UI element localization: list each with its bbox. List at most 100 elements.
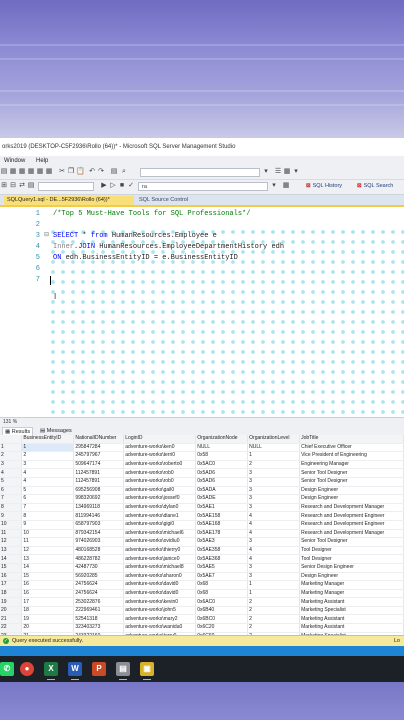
row-number[interactable]: 2: [0, 451, 23, 461]
dropdown-icon[interactable]: ▾: [270, 182, 278, 190]
grid-cell[interactable]: 0x5AE358: [195, 546, 249, 556]
grid-cell[interactable]: 42487730: [73, 563, 125, 573]
table-row[interactable]: 3 3 509647174 adventure-works\roberto0 0x5AC…: [0, 460, 404, 470]
table-row[interactable]: 9 8 811994146 adventure-works\diane1 0x5AE15…: [0, 511, 404, 521]
grid-cell[interactable]: 3: [21, 460, 75, 470]
table-row[interactable]: 8 7 134969118 adventure-works\dylan0 0x5AE1 3…: [0, 503, 404, 513]
new-query-icon[interactable]: ▤: [0, 168, 8, 176]
grid-cell[interactable]: 11: [21, 537, 75, 547]
grid-cell[interactable]: 0x5AE178: [195, 529, 249, 539]
row-number[interactable]: 14: [0, 554, 23, 564]
grid-cell[interactable]: 0x6AC0: [195, 597, 249, 607]
ssms-icon[interactable]: ▤: [116, 662, 130, 680]
grid-cell[interactable]: 16: [21, 589, 75, 599]
grid-cell[interactable]: Vice President of Engineering: [299, 451, 404, 461]
grid-cell[interactable]: 0x6BC0: [195, 614, 249, 625]
row-number[interactable]: 13: [0, 546, 23, 556]
grid-cell[interactable]: 0x5AC0: [195, 460, 249, 470]
grid-cell[interactable]: adventure-works\rob0: [123, 468, 197, 478]
grid-cell[interactable]: 0x6B40: [195, 606, 249, 616]
powerpoint-icon[interactable]: P: [92, 662, 106, 676]
grid-cell[interactable]: 19: [21, 614, 75, 625]
grid-cell[interactable]: 15: [21, 572, 75, 582]
collapse-icon[interactable]: ⊟: [44, 231, 49, 238]
grid-cell[interactable]: 974026903: [73, 537, 125, 547]
grid-cell[interactable]: 0x68: [195, 589, 249, 599]
grid-cell[interactable]: 2: [247, 460, 301, 470]
grid-cell[interactable]: 4: [247, 529, 301, 539]
grid-cell[interactable]: 295847284: [73, 443, 125, 453]
plan-icon[interactable]: ▦: [282, 182, 290, 190]
grid-cell[interactable]: Design Engineer: [299, 486, 404, 496]
grid-cell[interactable]: 0x5AE1: [195, 503, 249, 513]
column-header[interactable]: JobTitle: [299, 435, 404, 444]
row-number[interactable]: 3: [0, 460, 23, 470]
grid-cell[interactable]: Senior Tool Designer: [299, 477, 404, 487]
grid-cell[interactable]: 4: [247, 554, 301, 564]
grid-cell[interactable]: 486228782: [73, 554, 125, 564]
parse-icon[interactable]: ✓: [127, 182, 135, 190]
table-row[interactable]: 16 15 56920285 adventure-works\sharon0 0x5AE…: [0, 572, 404, 582]
database-icon[interactable]: ▦: [9, 168, 17, 176]
row-number[interactable]: 6: [0, 486, 23, 496]
grid-cell[interactable]: adventure-works\jossef0: [123, 494, 197, 504]
redo-icon[interactable]: ↷: [97, 168, 105, 176]
xmla-icon[interactable]: ▦: [36, 168, 44, 176]
grid-cell[interactable]: 998320692: [73, 494, 125, 504]
row-number[interactable]: 15: [0, 563, 23, 573]
mdx-icon[interactable]: ▦: [18, 168, 26, 176]
column-header[interactable]: [0, 435, 23, 444]
word-icon[interactable]: W: [68, 662, 82, 680]
table-row[interactable]: 12 11 974026903 adventure-works\ovidiu0 0x5A…: [0, 537, 404, 547]
undo-icon[interactable]: ↶: [88, 168, 96, 176]
available-databases-icon[interactable]: ▤: [27, 182, 35, 190]
options-icon[interactable]: ▾: [292, 168, 300, 176]
grid-cell[interactable]: Design Engineer: [299, 494, 404, 504]
row-number[interactable]: 12: [0, 537, 23, 547]
table-row[interactable]: 11 10 879342154 adventure-works\michael6 0x5…: [0, 529, 404, 539]
grid-cell[interactable]: 0x5AE5: [195, 563, 249, 573]
grid-cell[interactable]: 509647174: [73, 460, 125, 470]
grid-cell[interactable]: 10: [21, 529, 75, 539]
grid-cell[interactable]: Tool Designer: [299, 554, 404, 564]
table-row[interactable]: 15 14 42487730 adventure-works\michael8 0x5A…: [0, 563, 404, 573]
row-number[interactable]: 4: [0, 468, 23, 478]
grid-cell[interactable]: 480168528: [73, 546, 125, 556]
grid-cell[interactable]: Marketing Manager: [299, 589, 404, 599]
row-number[interactable]: 19: [0, 597, 23, 607]
grid-cell[interactable]: 0x68: [195, 580, 249, 590]
search-combo[interactable]: ra: [138, 182, 268, 191]
grid-cell[interactable]: Research and Development Engineer: [299, 520, 404, 530]
grid-cell[interactable]: 245797967: [73, 451, 125, 461]
grid-cell[interactable]: adventure-works\michael6: [123, 529, 197, 539]
grid-cell[interactable]: Senior Tool Designer: [299, 537, 404, 547]
grid-cell[interactable]: adventure-works\ovidiu0: [123, 537, 197, 547]
grid-cell[interactable]: adventure-works\ken0: [123, 443, 197, 453]
row-number[interactable]: 16: [0, 572, 23, 582]
grid-cell[interactable]: adventure-works\wanida0: [123, 623, 197, 633]
column-header[interactable]: LoginID: [123, 435, 197, 444]
row-number[interactable]: 5: [0, 477, 23, 487]
grid-cell[interactable]: 0x5AE7: [195, 572, 249, 582]
sql-search-button[interactable]: ⊠ SQL Search: [357, 183, 393, 189]
change-connection-icon[interactable]: ⇄: [18, 182, 26, 190]
grid-cell[interactable]: 56920285: [73, 572, 125, 582]
table-row[interactable]: 6 5 695256908 adventure-works\gail0 0x5ADA 3 D…: [0, 486, 404, 496]
grid-cell[interactable]: NULL: [195, 443, 249, 453]
grid-cell[interactable]: Marketing Specialist: [299, 606, 404, 616]
toolbox-icon[interactable]: ▦: [283, 168, 291, 176]
row-number[interactable]: 10: [0, 520, 23, 530]
grid-cell[interactable]: 1: [247, 451, 301, 461]
column-header[interactable]: OrganizationLevel: [247, 435, 301, 444]
grid-cell[interactable]: Research and Development Manager: [299, 503, 404, 513]
row-number[interactable]: 8: [0, 503, 23, 513]
grid-cell[interactable]: Marketing Assistant: [299, 623, 404, 633]
table-row[interactable]: 14 13 486228782 adventure-works\janice0 0x5A…: [0, 554, 404, 564]
grid-cell[interactable]: 4: [247, 546, 301, 556]
grid-cell[interactable]: 4: [247, 520, 301, 530]
table-row[interactable]: 22 20 323403273 adventure-works\wanida0 0x6C…: [0, 623, 404, 633]
table-row[interactable]: 10 9 658797903 adventure-works\gigi0 0x5AE16…: [0, 520, 404, 530]
grid-cell[interactable]: Design Engineer: [299, 572, 404, 582]
grid-cell[interactable]: 6: [21, 494, 75, 504]
grid-cell[interactable]: 0x5AD6: [195, 468, 249, 478]
